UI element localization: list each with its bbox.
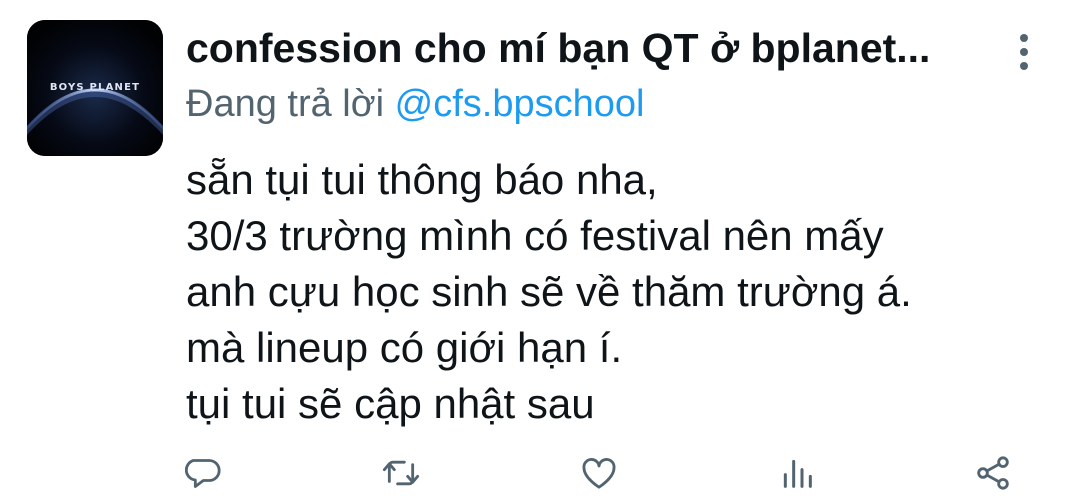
tweet-text-line: mà lineup có giới hạn í.: [186, 324, 623, 371]
tweet-text-line: 30/3 trường mình có festival nên mấy: [186, 212, 884, 259]
reply-prefix: Đang trả lời: [186, 83, 385, 125]
heart-icon: [582, 458, 616, 489]
bar-chart-icon: [783, 459, 812, 488]
share-icon: [977, 456, 1009, 490]
tweet-text: sẵn tụi tui thông báo nha, 30/3 trường m…: [186, 152, 1046, 432]
reply-context: Đang trả lời @cfs.bpschool: [186, 80, 644, 128]
reply-handle-link[interactable]: @cfs.bpschool: [395, 83, 645, 125]
reply-button[interactable]: [180, 450, 230, 496]
tweet-text-line: anh cựu học sinh sẽ về thăm trường á.: [186, 268, 912, 315]
analytics-button[interactable]: [772, 450, 822, 496]
tweet-text-line: sẵn tụi tui thông báo nha,: [186, 156, 658, 203]
comment-icon: [185, 459, 221, 488]
retweet-button[interactable]: [376, 450, 426, 496]
tweet[interactable]: BOYS PLANET confession cho mí bạn QT ở b…: [0, 0, 1080, 502]
avatar-logo-text: BOYS PLANET: [49, 82, 141, 93]
avatar[interactable]: BOYS PLANET: [27, 20, 163, 156]
action-bar: [0, 446, 1080, 502]
tweet-text-line: tụi tui sẽ cập nhật sau: [186, 380, 595, 427]
author-name[interactable]: confession cho mí bạn QT ở bplanet...: [186, 22, 996, 74]
like-button[interactable]: [574, 450, 624, 496]
more-options-icon[interactable]: [1004, 30, 1044, 74]
retweet-icon: [382, 460, 420, 486]
share-button[interactable]: [968, 450, 1018, 496]
